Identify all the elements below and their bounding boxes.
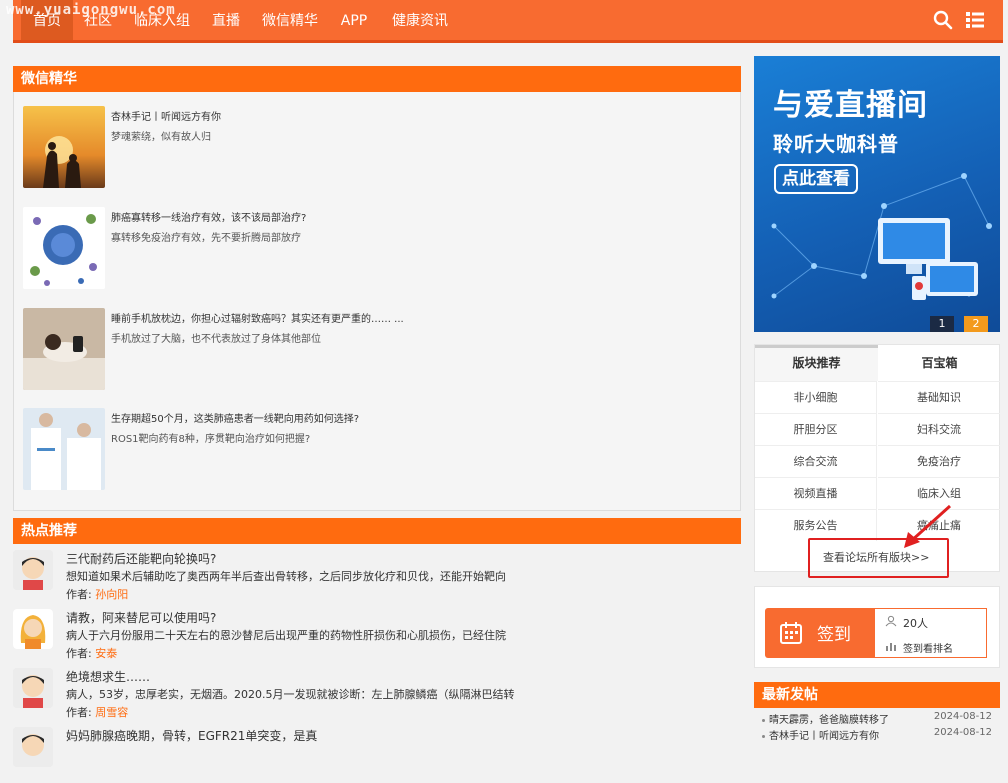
hot-post[interactable]: 绝境想求生…… 病人，53岁，忠厚老实，无烟酒。2020.5月一发现就被诊断：左… xyxy=(13,666,741,724)
post-title[interactable]: 请教，阿来替尼可以使用吗? xyxy=(66,609,216,626)
bar-chart-icon xyxy=(886,643,896,651)
banner-view-button[interactable]: 点此查看 xyxy=(774,164,858,194)
article-title[interactable]: 生存期超50个月，这类肺癌患者一线靶向用药如何选择? xyxy=(111,410,359,425)
post-title[interactable]: 绝境想求生…… xyxy=(66,668,150,685)
post-author: 作者: 周雪容 xyxy=(66,706,129,719)
article-summary: 手机放过了大脑，也不代表放过了身体其他部位 xyxy=(111,334,321,345)
nav-item-app[interactable]: APP xyxy=(331,0,377,40)
tab-board-recommend[interactable]: 版块推荐 xyxy=(755,345,878,381)
avatar[interactable] xyxy=(13,727,53,767)
post-excerpt: 想知道如果术后辅助吃了奥西两年半后查出骨转移，之后同步放化疗和贝伐，还能开始靶向 xyxy=(66,570,506,583)
board-link[interactable]: 综合交流 xyxy=(755,445,877,477)
wechat-article[interactable]: 睡前手机放枕边，你担心过辐射致癌吗？其实还有更严重的…… ... 手机放过了大脑… xyxy=(23,308,723,392)
avatar[interactable] xyxy=(13,609,53,649)
latest-post-date: 2024-08-12 xyxy=(933,711,992,722)
article-thumbnail[interactable] xyxy=(23,408,105,490)
search-icon[interactable] xyxy=(933,10,953,30)
banner-page-1[interactable]: 1 xyxy=(930,316,954,332)
annotation-arrow-icon xyxy=(904,504,952,548)
hot-post[interactable]: 请教，阿来替尼可以使用吗? 病人于六月份服用二十天左右的恩沙替尼后出现严重的药物… xyxy=(13,607,741,665)
latest-post-date: 2024-08-12 xyxy=(933,727,992,738)
article-thumbnail[interactable] xyxy=(23,106,105,188)
board-link[interactable]: 肝胆分区 xyxy=(755,413,877,445)
signin-button[interactable]: 签到 xyxy=(765,608,875,658)
nav-item-wechat-digest[interactable]: 微信精华 xyxy=(257,0,323,40)
banner-title: 与爱直播间 xyxy=(773,88,928,123)
latest-post[interactable]: 晴天霹雳，爸爸脑膜转移了 2024-08-12 xyxy=(754,711,1000,726)
article-title[interactable]: 杏林手记丨听闻远方有你 xyxy=(111,108,221,123)
nav-item-live[interactable]: 直播 xyxy=(205,0,247,40)
watermark: www.yuaigongwu.com xyxy=(6,2,176,18)
avatar[interactable] xyxy=(13,550,53,590)
article-title[interactable]: 肺癌寡转移一线治疗有效，该不该局部治疗? xyxy=(111,209,306,224)
hot-post[interactable]: 妈妈肺腺癌晚期，骨转，EGFR21单突变，是真 xyxy=(13,725,741,783)
board-link[interactable]: 免疫治疗 xyxy=(878,445,1000,477)
article-summary: 梦魂萦绕，似有故人归 xyxy=(111,132,211,143)
post-excerpt: 病人，53岁，忠厚老实，无烟酒。2020.5月一发现就被诊断：左上肺腺鳞癌（纵隔… xyxy=(66,688,515,701)
board-link[interactable]: 非小细胞 xyxy=(755,381,877,413)
signin-label: 签到 xyxy=(817,625,851,645)
banner-subtitle: 聆听大咖科普 xyxy=(773,132,899,156)
wechat-article[interactable]: 生存期超50个月，这类肺癌患者一线靶向用药如何选择? ROS1靶向药有8种，序贯… xyxy=(23,408,723,492)
hot-recommend-header: 热点推荐 xyxy=(13,518,741,544)
author-name[interactable]: 安泰 xyxy=(95,647,117,660)
post-author: 作者: 孙向阳 xyxy=(66,588,129,601)
article-thumbnail[interactable] xyxy=(23,207,105,289)
author-name[interactable]: 周雪容 xyxy=(95,706,128,719)
article-summary: ROS1靶向药有8种，序贯靶向治疗如何把握? xyxy=(111,434,311,445)
board-link[interactable]: 服务公告 xyxy=(755,509,877,541)
signin-ranking-link[interactable]: 签到看排名 xyxy=(903,640,953,655)
post-title[interactable]: 三代耐药后还能靶向轮换吗? xyxy=(66,550,216,567)
post-excerpt: 病人于六月份服用二十天左右的恩沙替尼后出现严重的药物性肝损伤和心肌损伤，已经住院 xyxy=(66,629,506,642)
calendar-icon xyxy=(780,622,802,644)
avatar[interactable] xyxy=(13,668,53,708)
wechat-digest-header: 微信精华 xyxy=(13,66,741,92)
post-title[interactable]: 妈妈肺腺癌晚期，骨转，EGFR21单突变，是真 xyxy=(66,727,317,744)
article-thumbnail[interactable] xyxy=(23,308,105,390)
user-icon xyxy=(885,615,897,627)
wechat-article[interactable]: 肺癌寡转移一线治疗有效，该不该局部治疗? 寡转移免疫治疗有效，先不要折腾局部放疗 xyxy=(23,207,723,291)
article-summary: 寡转移免疫治疗有效，先不要折腾局部放疗 xyxy=(111,233,301,244)
latest-post-title[interactable]: 杏林手记丨听闻远方有你 xyxy=(769,731,879,742)
article-title[interactable]: 睡前手机放枕边，你担心过辐射致癌吗？其实还有更严重的…… ... xyxy=(111,310,404,325)
board-link[interactable]: 视频直播 xyxy=(755,477,877,509)
post-author: 作者: 安泰 xyxy=(66,647,118,660)
wechat-digest-panel: 杏林手记丨听闻远方有你 梦魂萦绕，似有故人归 肺癌寡转移一线治疗有效，该不该局部… xyxy=(13,92,741,511)
latest-posts-header: 最新发帖 xyxy=(754,682,1000,708)
hot-recommend-list: 三代耐药后还能靶向轮换吗? 想知道如果术后辅助吃了奥西两年半后查出骨转移，之后同… xyxy=(13,544,741,767)
hot-post[interactable]: 三代耐药后还能靶向轮换吗? 想知道如果术后辅助吃了奥西两年半后查出骨转移，之后同… xyxy=(13,548,741,606)
latest-post-title[interactable]: 晴天霹雳，爸爸脑膜转移了 xyxy=(769,715,889,726)
board-link[interactable]: 基础知识 xyxy=(878,381,1000,413)
board-link[interactable]: 妇科交流 xyxy=(878,413,1000,445)
nav-item-health-news[interactable]: 健康资讯 xyxy=(387,0,453,40)
banner-page-2[interactable]: 2 xyxy=(964,316,988,332)
wechat-article[interactable]: 杏林手记丨听闻远方有你 梦魂萦绕，似有故人归 xyxy=(23,106,723,190)
signin-stats: 20人 签到看排名 xyxy=(875,608,987,658)
signin-count: 20人 xyxy=(903,617,928,630)
author-name[interactable]: 孙向阳 xyxy=(95,588,128,601)
live-room-banner[interactable]: 与爱直播间 聆听大咖科普 点此查看 1 2 xyxy=(754,56,1000,332)
tab-toolbox[interactable]: 百宝箱 xyxy=(878,345,1001,381)
list-menu-icon[interactable] xyxy=(965,10,985,30)
